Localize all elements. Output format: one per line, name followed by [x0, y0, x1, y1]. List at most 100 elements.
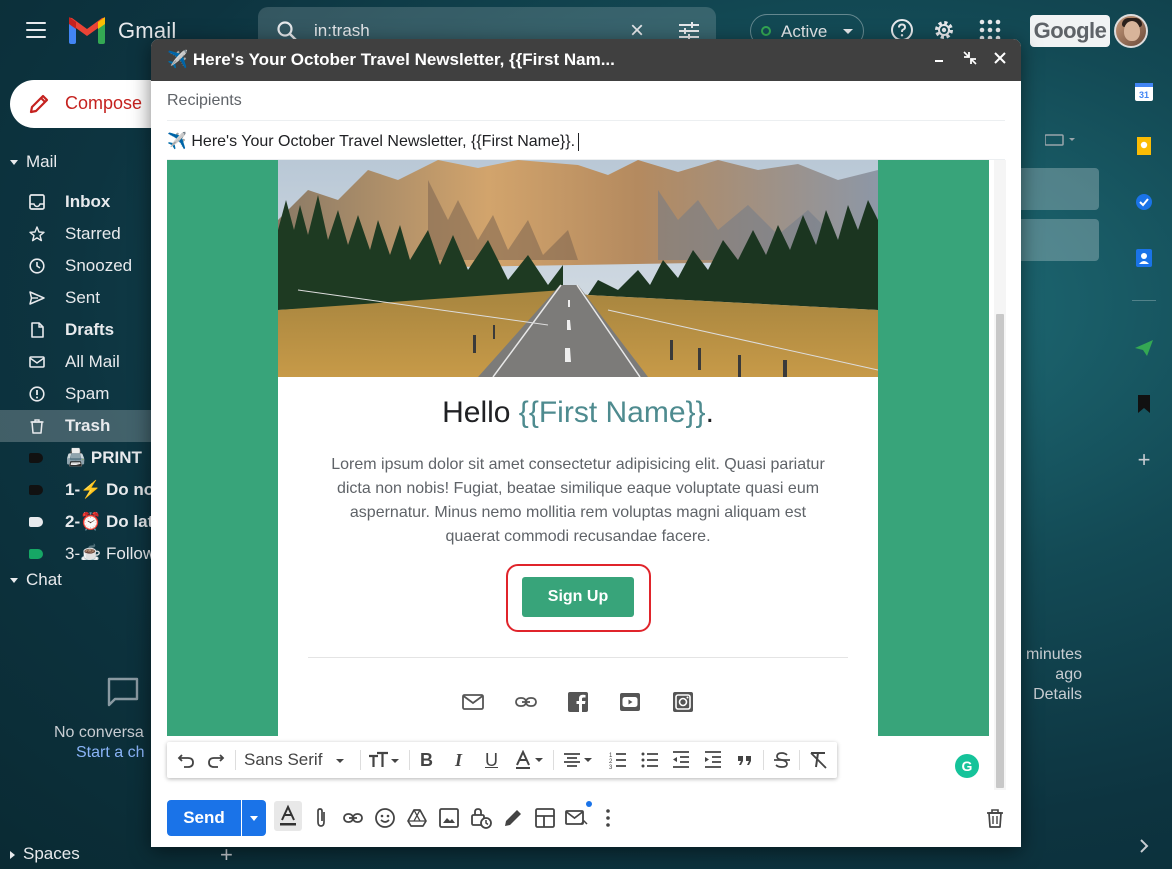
add-addon-icon[interactable]: +: [1134, 449, 1154, 471]
drive-icon[interactable]: [405, 806, 429, 830]
confidential-mode-icon[interactable]: [469, 806, 493, 830]
sidebar-item-sent[interactable]: Sent: [0, 282, 152, 314]
subject-field[interactable]: ✈️ Here's Your October Travel Newsletter…: [167, 131, 580, 151]
font-size-icon[interactable]: [368, 750, 400, 770]
collapse-caret-icon: [10, 160, 18, 166]
start-chat-link[interactable]: Start a ch: [76, 744, 150, 762]
compose-window: ✈️ Here's Your October Travel Newsletter…: [151, 39, 1021, 847]
text-color-icon[interactable]: [515, 750, 547, 770]
link-icon[interactable]: [514, 690, 538, 714]
bookmark-icon[interactable]: [1134, 394, 1154, 414]
label-icon: [29, 485, 43, 495]
tasks-icon[interactable]: [1134, 192, 1154, 212]
more-options-icon[interactable]: [596, 806, 620, 830]
sidebar-item-label: Trash: [65, 416, 111, 435]
bold-icon[interactable]: B: [420, 750, 433, 770]
sidebar-item-do-now[interactable]: 1-⚡ Do no: [0, 474, 155, 506]
side-panel: 31 +: [1116, 62, 1172, 869]
sidebar-item-label: Inbox: [65, 192, 111, 211]
hero-image: [278, 160, 878, 377]
grammarly-icon[interactable]: G: [955, 754, 979, 778]
spaces-section-toggle[interactable]: Spaces: [10, 844, 80, 864]
align-icon[interactable]: [563, 750, 595, 770]
bulleted-list-icon[interactable]: [641, 750, 659, 770]
gmail-logo-icon[interactable]: [68, 16, 106, 46]
quote-icon[interactable]: [736, 750, 754, 770]
instagram-icon[interactable]: [671, 690, 695, 714]
sidebar-item-do-later[interactable]: 2-⏰ Do lat: [0, 506, 153, 538]
compose-title: ✈️ Here's Your October Travel Newsletter…: [167, 50, 615, 69]
mail-merge-icon[interactable]: [564, 806, 588, 830]
youtube-icon[interactable]: [618, 690, 642, 714]
formatting-options-button[interactable]: [274, 801, 302, 831]
list-row-placeholder: [1020, 168, 1099, 210]
expand-caret-icon: [10, 850, 15, 859]
sidebar-item-follow-up[interactable]: 3-☕ Follow: [0, 538, 152, 560]
numbered-list-icon[interactable]: 123: [609, 750, 627, 770]
signature-pen-icon[interactable]: [501, 806, 525, 830]
compose-button[interactable]: Compose: [10, 80, 170, 128]
google-account-logo[interactable]: Google: [1030, 15, 1110, 47]
mail-icon[interactable]: [461, 690, 485, 714]
search-input[interactable]: in:trash: [314, 21, 370, 41]
layout-template-icon[interactable]: [533, 806, 557, 830]
sidebar-item-trash[interactable]: Trash: [0, 410, 152, 442]
status-dot-icon: [761, 26, 771, 36]
activity-details-link[interactable]: Details: [1022, 686, 1082, 704]
chat-section-toggle[interactable]: Chat: [10, 570, 62, 590]
sidebar-item-snoozed[interactable]: Snoozed: [0, 250, 152, 282]
collapse-caret-icon: [10, 578, 18, 584]
label-icon: [29, 549, 43, 559]
avatar[interactable]: [1114, 14, 1148, 48]
divider: [553, 750, 554, 770]
compose-header[interactable]: ✈️ Here's Your October Travel Newsletter…: [151, 39, 1021, 81]
mail-icon: [29, 354, 45, 370]
main-menu-icon[interactable]: [26, 22, 46, 38]
clear-formatting-icon[interactable]: [808, 750, 828, 770]
subject-text: ✈️ Here's Your October Travel Newsletter…: [167, 133, 576, 150]
calendar-icon[interactable]: 31: [1134, 82, 1154, 102]
recipients-field[interactable]: Recipients: [167, 92, 242, 110]
mail-section-toggle[interactable]: Mail: [10, 152, 57, 172]
email-body[interactable]: Hello {{First Name}}. Lorem ipsum dolor …: [167, 160, 989, 736]
search-options-icon[interactable]: [678, 21, 700, 41]
sidebar-item-print[interactable]: 🖨️ PRINT: [0, 442, 152, 474]
chevron-right-icon[interactable]: [1134, 836, 1154, 856]
attach-icon[interactable]: [309, 806, 333, 830]
strikethrough-icon[interactable]: [773, 750, 791, 770]
discard-draft-icon[interactable]: [983, 806, 1007, 830]
sidebar-item-inbox[interactable]: Inbox: [0, 186, 152, 218]
scrollbar-thumb[interactable]: [996, 314, 1004, 788]
emoji-icon[interactable]: [373, 806, 397, 830]
redo-icon[interactable]: [207, 750, 225, 770]
keep-icon[interactable]: [1134, 136, 1154, 156]
indent-less-icon[interactable]: [672, 750, 690, 770]
sign-up-button[interactable]: Sign Up: [522, 577, 634, 617]
label-icon: [29, 517, 43, 527]
undo-icon[interactable]: [177, 750, 195, 770]
no-conversations-text: No conversa: [54, 724, 144, 741]
insert-link-icon[interactable]: [341, 806, 365, 830]
close-icon[interactable]: [991, 49, 1009, 67]
sidebar-item-drafts[interactable]: Drafts: [0, 314, 152, 346]
font-family-select[interactable]: Sans Serif: [244, 750, 345, 770]
sidebar-item-starred[interactable]: Starred: [0, 218, 152, 250]
addon-plane-icon[interactable]: [1134, 338, 1154, 358]
keyboard-icon[interactable]: [1045, 134, 1077, 146]
mail-heading: Mail: [26, 152, 58, 171]
sidebar-item-all-mail[interactable]: All Mail: [0, 346, 152, 378]
contacts-icon[interactable]: [1134, 248, 1154, 268]
send-button[interactable]: Send: [167, 800, 241, 836]
italic-icon[interactable]: I: [455, 750, 462, 770]
minimize-icon[interactable]: [930, 49, 948, 67]
star-icon: [29, 226, 45, 242]
indent-more-icon[interactable]: [704, 750, 722, 770]
insert-photo-icon[interactable]: [437, 806, 461, 830]
sidebar-item-spam[interactable]: Spam: [0, 378, 152, 410]
send-options-button[interactable]: [242, 800, 266, 836]
sidebar-item-label: 1-⚡ Do no: [65, 480, 155, 499]
exit-fullscreen-icon[interactable]: [961, 49, 979, 67]
facebook-icon[interactable]: [566, 690, 590, 714]
divider: [1132, 300, 1156, 301]
underline-icon[interactable]: U: [485, 750, 498, 770]
